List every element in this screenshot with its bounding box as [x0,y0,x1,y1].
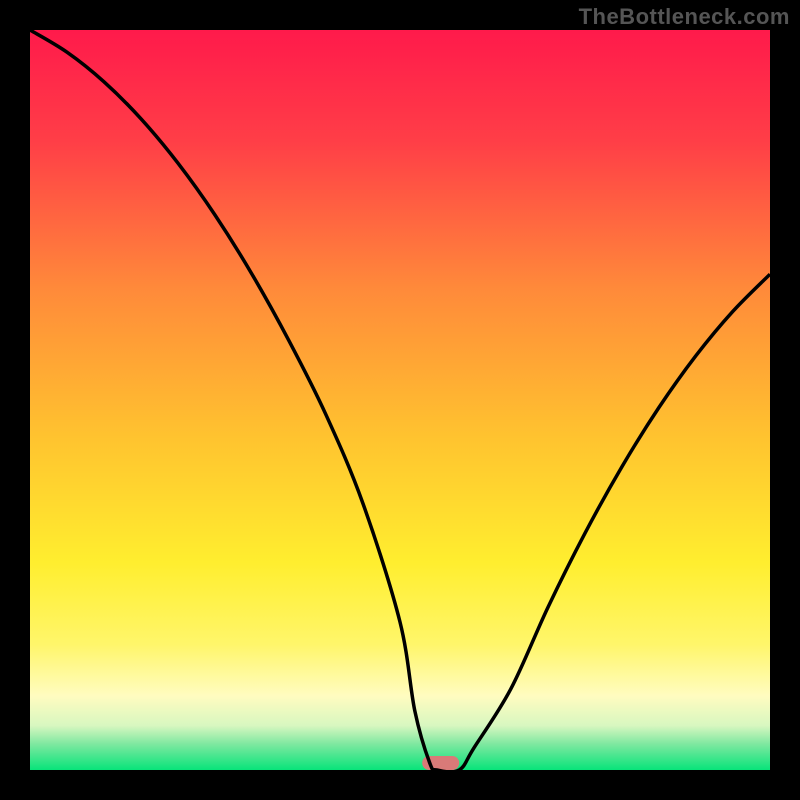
attribution-label: TheBottleneck.com [579,4,790,30]
gradient-background [30,30,770,770]
chart-frame: TheBottleneck.com [0,0,800,800]
bottleneck-chart [30,30,770,770]
plot-area [30,30,770,770]
